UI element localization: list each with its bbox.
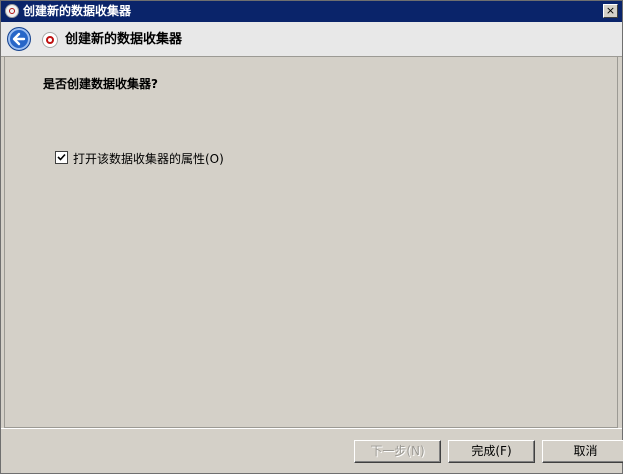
window-title: 创建新的数据收集器 (23, 4, 132, 18)
wizard-window: 创建新的数据收集器 × 创建新的数据收集器 是否创建数据收集器? 打开该数据收集… (0, 0, 623, 474)
open-properties-label[interactable]: 打开该数据收集器的属性(O) (73, 150, 224, 167)
wizard-title: 创建新的数据收集器 (65, 32, 183, 47)
next-button[interactable]: 下一步(N) (354, 440, 441, 463)
back-arrow-icon (12, 32, 26, 46)
cancel-button[interactable]: 取消 (542, 440, 623, 463)
question-text: 是否创建数据收集器? (43, 77, 158, 91)
close-button[interactable]: × (603, 4, 618, 18)
finish-button[interactable]: 完成(F) (448, 440, 535, 463)
open-properties-checkbox[interactable] (55, 151, 68, 164)
title-bar[interactable]: 创建新的数据收集器 × (1, 1, 622, 22)
checkmark-icon (57, 153, 66, 161)
app-icon (5, 4, 19, 18)
data-collector-icon (42, 32, 58, 48)
close-icon: × (605, 4, 616, 17)
back-button[interactable] (7, 27, 31, 51)
wizard-header: 创建新的数据收集器 (1, 22, 622, 57)
button-bar: 下一步(N) 完成(F) 取消 (1, 428, 623, 474)
wizard-content: 是否创建数据收集器? 打开该数据收集器的属性(O) (4, 57, 618, 428)
